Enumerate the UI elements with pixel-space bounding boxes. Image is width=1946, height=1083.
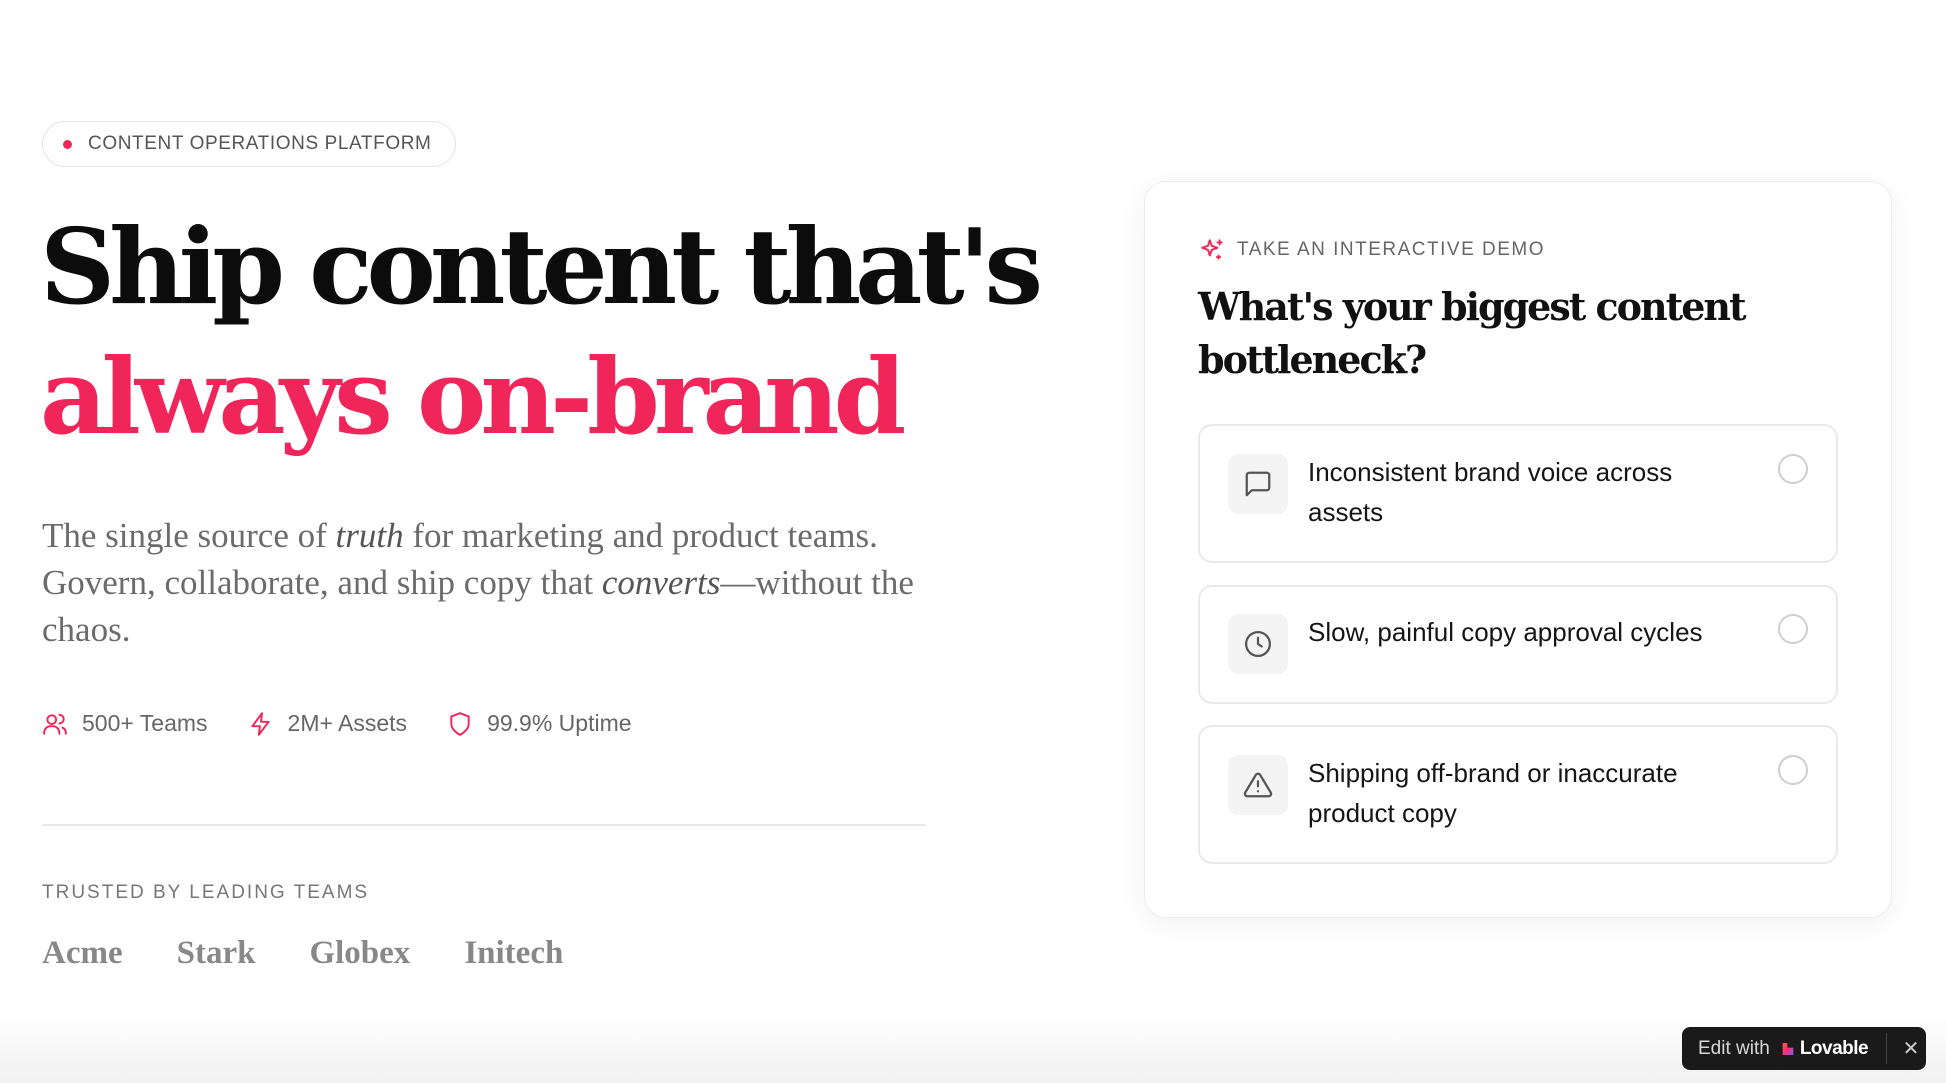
option-icon-box [1228,755,1288,815]
subtitle-text: The single source of [42,516,336,555]
logo-stark: Stark [176,935,256,971]
stat-assets: 2M+ Assets [248,710,408,737]
option-approval-cycles[interactable]: Slow, painful copy approval cycles [1198,585,1838,704]
demo-question: What's your biggest content bottleneck? [1198,284,1747,382]
clock-icon [1245,631,1271,657]
stat-label: 2M+ Assets [287,710,408,736]
message-square-icon [1245,471,1271,497]
hero-headline: Ship content that's always on-brand [40,202,1043,462]
shield-icon [450,711,470,736]
page-bottom-fade [0,1013,1946,1083]
stat-teams: 500+ Teams [42,710,208,737]
sparkles-icon [1201,239,1223,260]
logo-globex: Globex [309,935,411,971]
demo-kicker: TAKE AN INTERACTIVE DEMO [1199,237,1545,263]
customer-logos: Acme Stark Globex Initech [42,935,617,972]
badge-edit-label: Edit with [1698,1037,1770,1059]
option-brand-voice[interactable]: Inconsistent brand voice across assets [1198,424,1838,563]
logo-initech: Initech [464,935,564,971]
trusted-label: TRUSTED BY LEADING TEAMS [42,882,370,903]
option-label: Shipping off-brand or inaccurate product… [1308,758,1678,828]
interactive-demo-card: TAKE AN INTERACTIVE DEMO What's your big… [1144,181,1892,918]
headline-line-2-accent: always on-brand [40,335,906,458]
category-badge-label: CONTENT OPERATIONS PLATFORM [88,133,432,154]
section-divider [42,824,926,826]
alert-triangle-icon [1243,772,1273,798]
stat-uptime: 99.9% Uptime [447,710,632,737]
edit-with-lovable-badge[interactable]: Edit with Lovable ✕ [1682,1027,1926,1070]
hero-subtitle: The single source of truth for marketing… [42,512,922,653]
subtitle-emphasis: truth [335,516,404,555]
badge-separator [1886,1033,1887,1064]
option-label: Slow, painful copy approval cycles [1308,617,1703,647]
option-icon-box [1228,454,1288,514]
option-icon-box [1228,614,1288,674]
option-radio[interactable] [1778,755,1808,785]
close-icon[interactable]: ✕ [1896,1027,1926,1070]
option-radio[interactable] [1778,614,1808,644]
stat-label: 500+ Teams [82,710,208,736]
stat-label: 99.9% Uptime [487,710,632,736]
logo-acme: Acme [42,935,123,971]
option-off-brand-copy[interactable]: Shipping off-brand or inaccurate product… [1198,725,1838,864]
lovable-heart-icon [1782,1042,1794,1055]
badge-brand: Lovable [1799,1037,1869,1059]
users-icon [43,713,67,735]
category-badge: CONTENT OPERATIONS PLATFORM [42,121,456,167]
option-radio[interactable] [1778,454,1808,484]
lightning-icon [250,711,270,736]
option-label: Inconsistent brand voice across assets [1308,457,1673,527]
stats-row: 500+ Teams 2M+ Assets 99.9% Uptime [42,710,672,737]
demo-kicker-label: TAKE AN INTERACTIVE DEMO [1237,239,1546,260]
headline-line-1: Ship content that's [40,205,1043,328]
subtitle-emphasis: converts [601,563,721,602]
accent-dot [63,139,72,149]
